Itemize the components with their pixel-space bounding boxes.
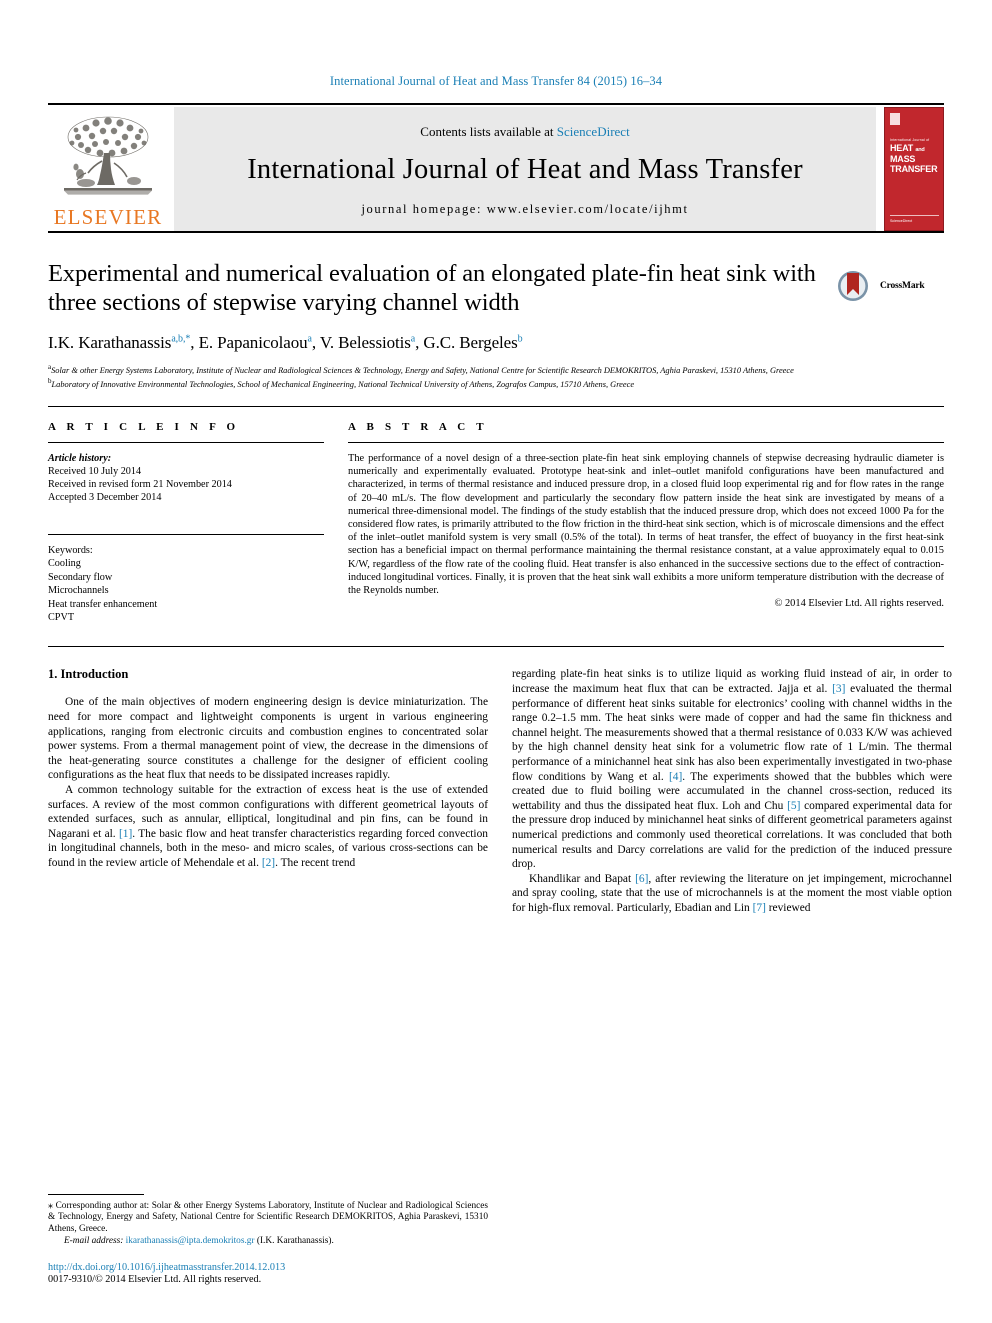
keywords-label: Keywords: (48, 545, 93, 556)
citation-link[interactable]: [5] (787, 800, 800, 812)
contents-prefix: Contents lists available at (420, 123, 554, 139)
info-abstract-block: A R T I C L E I N F O Article history: R… (48, 407, 944, 624)
contents-available-line: Contents lists available at ScienceDirec… (420, 124, 629, 140)
paragraph-text-part: Khandlikar and Bapat (529, 872, 636, 885)
paragraph-text-part: evaluated the thermal performance of dif… (512, 683, 952, 783)
article-info-heading: A R T I C L E I N F O (48, 421, 240, 433)
doi-link[interactable]: http://dx.doi.org/10.1016/j.ijheatmasstr… (48, 1262, 488, 1273)
running-head: International Journal of Heat and Mass T… (329, 74, 663, 88)
abstract-rule (348, 442, 944, 443)
body-paragraph: One of the main objectives of modern eng… (48, 696, 488, 782)
journal-homepage-link[interactable]: journal homepage: www.elsevier.com/locat… (361, 202, 688, 217)
article-history-label: Article history: (48, 453, 112, 464)
author-name: E. Papanicolaou (198, 333, 308, 352)
email-owner: (I.K. Karathanassis). (256, 1236, 334, 1247)
author-affil-mark: b (517, 333, 523, 345)
affiliation-text: Solar & other Energy Systems Laboratory,… (51, 365, 794, 375)
footnote-rule (48, 1193, 144, 1195)
email-label: E-mail address: (64, 1236, 124, 1247)
author-affil-mark: a (410, 333, 416, 345)
body-paragraph: Khandlikar and Bapat [6], after reviewin… (512, 872, 952, 916)
cover-title: HEAT and MASS TRANSFER (890, 143, 939, 174)
author-list: I.K. Karathanassisa,b,*, E. Papanicolaou… (48, 333, 523, 352)
corresponding-author-mark[interactable]: * (185, 333, 190, 344)
citation-link[interactable]: [6] (635, 873, 648, 885)
cover-line1: HEAT (890, 143, 914, 153)
article-title-block: Experimental and numerical evaluation of… (48, 259, 944, 390)
paragraph-text-part: . The recent trend (275, 856, 356, 869)
journal-masthead: ELSEVIER Contents lists available at Sci… (48, 103, 944, 231)
section-heading-introduction: 1. Introduction (48, 667, 129, 682)
email-link[interactable]: ikarathanassis@ipta.demokritos.gr (126, 1236, 255, 1246)
journal-title: International Journal of Heat and Mass T… (247, 153, 803, 185)
article-info-column: A R T I C L E I N F O Article history: R… (48, 421, 324, 624)
author-affil-mark: a (307, 333, 312, 345)
affiliation-item: bLaboratory of Innovative Environmental … (48, 376, 944, 390)
author-name: G.C. Bergeles (423, 333, 518, 352)
body-paragraph: regarding plate-fin heat sinks is to uti… (512, 667, 952, 871)
abstract-column: A B S T R A C T The performance of a nov… (348, 421, 944, 624)
author-name: I.K. Karathanassis (48, 333, 172, 352)
issn-copyright-line: 0017-9310/© 2014 Elsevier Ltd. All right… (48, 1274, 262, 1285)
crossmark-label: CrossMark (880, 281, 925, 291)
crossmark-icon (838, 271, 868, 301)
citation-link[interactable]: [7] (753, 902, 766, 914)
author-affil-mark: a,b, (171, 333, 186, 345)
corresponding-author-footnote: ⁎ Corresponding author at: Solar & other… (48, 1200, 488, 1236)
keywords-rule (48, 534, 324, 535)
footnote-star-icon: ⁎ (48, 1199, 53, 1211)
article-history-item: Received 10 July 2014 (48, 466, 142, 477)
cover-divider (890, 215, 939, 216)
affiliation-list: aSolar & other Energy Systems Laboratory… (48, 362, 944, 390)
affiliation-text: Laboratory of Innovative Environmental T… (51, 379, 635, 389)
paper-page: International Journal of Heat and Mass T… (0, 0, 992, 1323)
journal-cover-thumbnail: International Journal of HEAT and MASS T… (884, 107, 944, 231)
body-paragraph: A common technology suitable for the ext… (48, 783, 488, 871)
cover-mark (890, 113, 900, 125)
citation-link[interactable]: [4] (669, 771, 682, 783)
paragraph-text-part: reviewed (765, 901, 811, 914)
body-left-column: 1. Introduction One of the main objectiv… (48, 667, 488, 915)
article-history: Article history: Received 10 July 2014 R… (48, 452, 324, 504)
article-history-item: Accepted 3 December 2014 (48, 492, 162, 503)
citation-link[interactable]: [3] (832, 683, 845, 695)
author-name: V. Belessiotis (319, 333, 411, 352)
masthead-bottom-rule (48, 231, 944, 233)
article-history-item: Received in revised form 21 November 201… (48, 479, 232, 490)
cover-footer: ScienceDirect (890, 219, 913, 223)
cover-line-and: and (915, 147, 925, 153)
article-info-rule (48, 442, 324, 443)
keyword-item: Cooling (48, 558, 81, 570)
cover-eyebrow: International Journal of (890, 138, 930, 142)
cover-line3: TRANSFER (890, 163, 938, 174)
elsevier-wordmark: ELSEVIER (53, 205, 163, 229)
citation-link[interactable]: [2] (262, 857, 275, 869)
abstract-copyright: © 2014 Elsevier Ltd. All rights reserved… (774, 598, 945, 610)
affiliation-item: aSolar & other Energy Systems Laboratory… (48, 362, 944, 376)
abstract-text: The performance of a novel design of a t… (348, 453, 944, 597)
citation-link[interactable]: [1] (119, 828, 132, 840)
masthead-banner: Contents lists available at ScienceDirec… (174, 107, 876, 231)
keyword-item: Secondary flow (48, 571, 113, 583)
email-footnote: E-mail address: ikarathanassis@ipta.demo… (48, 1236, 488, 1248)
body-columns: 1. Introduction One of the main objectiv… (48, 647, 952, 915)
elsevier-logo: ELSEVIER (48, 107, 168, 231)
abstract-heading: A B S T R A C T (348, 421, 488, 433)
body-right-column: regarding plate-fin heat sinks is to uti… (512, 667, 952, 915)
footnote-block: ⁎ Corresponding author at: Solar & other… (48, 1193, 488, 1285)
page-title: Experimental and numerical evaluation of… (48, 260, 816, 316)
keyword-item: Microchannels (48, 585, 109, 597)
keywords-block: Keywords: Cooling Secondary flow Microch… (48, 544, 324, 624)
crossmark-badge[interactable]: CrossMark (836, 263, 944, 309)
sciencedirect-link[interactable]: ScienceDirect (557, 124, 630, 139)
keyword-item: CPVT (48, 612, 75, 624)
footnote-text: Corresponding author at: Solar & other E… (48, 1200, 488, 1234)
keyword-item: Heat transfer enhancement (48, 598, 158, 610)
elsevier-tree-icon (56, 111, 160, 203)
